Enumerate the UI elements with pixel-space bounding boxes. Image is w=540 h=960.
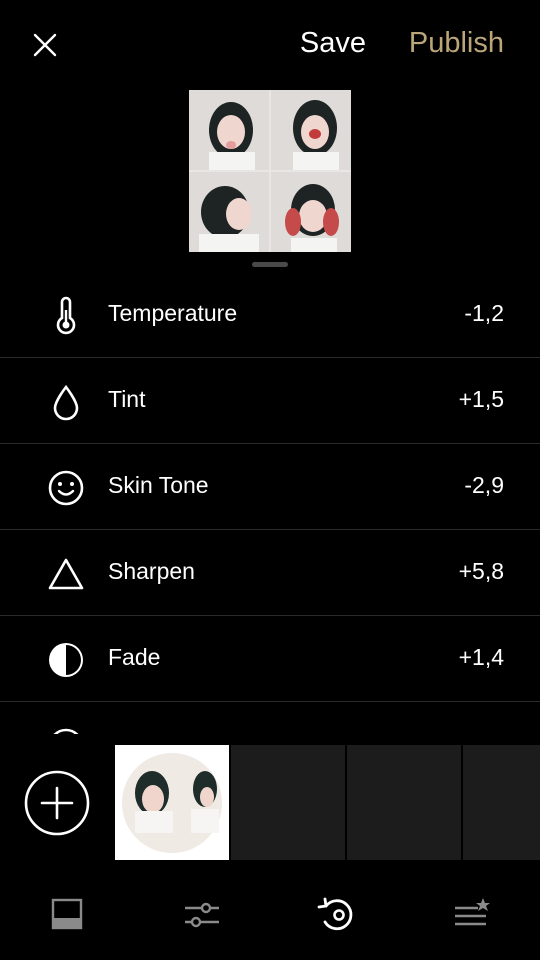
selected-thumbnail[interactable] [115, 745, 229, 860]
adjustment-value: -2,9 [464, 472, 504, 498]
grain-icon [46, 726, 86, 734]
adjustment-label: Fade [108, 644, 161, 670]
sliders-icon[interactable] [172, 886, 232, 946]
publish-button[interactable]: Publish [409, 27, 504, 60]
empty-thumbnail[interactable] [231, 745, 345, 860]
top-bar: Save Publish [0, 0, 540, 90]
thermometer-icon [46, 296, 86, 336]
collage-cell [189, 172, 269, 252]
history-icon[interactable] [308, 886, 368, 946]
adjustment-row-skin-tone[interactable]: Skin Tone -2,9 [0, 444, 540, 530]
collage-cell [271, 172, 351, 252]
adjustment-row-sharpen[interactable]: Sharpen +5,8 [0, 530, 540, 616]
adjustment-value: +1,4 [458, 644, 504, 670]
empty-thumbnail[interactable] [463, 745, 540, 860]
adjustment-label: Sharpen [108, 558, 195, 584]
adjustment-value: +1,5 [458, 386, 504, 412]
collage-cell [271, 90, 351, 170]
close-icon[interactable] [28, 28, 62, 62]
preset-icon[interactable] [37, 886, 97, 946]
adjustment-value: +5,8 [458, 558, 504, 584]
bottom-toolbar [0, 870, 540, 960]
recipes-icon[interactable] [440, 886, 500, 946]
adjustment-label: Skin Tone [108, 472, 209, 498]
adjustment-list[interactable]: Temperature -1,2 Tint +1,5 Skin Tone -2,… [0, 272, 540, 734]
smiley-icon [46, 468, 86, 508]
drop-icon [46, 382, 86, 422]
photo-preview[interactable] [189, 90, 351, 252]
drag-handle[interactable] [252, 262, 288, 267]
adjustment-row-fade[interactable]: Fade +1,4 [0, 616, 540, 702]
adjustment-value: -1,2 [464, 300, 504, 326]
image-strip [0, 745, 540, 860]
half-circle-icon [46, 640, 86, 680]
collage-cell [189, 90, 269, 170]
empty-thumbnail[interactable] [347, 745, 461, 860]
adjustment-row-tint[interactable]: Tint +1,5 [0, 358, 540, 444]
plus-circle-icon[interactable] [24, 770, 90, 836]
adjustment-label: Tint [108, 386, 146, 412]
triangle-icon [46, 554, 86, 594]
save-button[interactable]: Save [300, 27, 366, 60]
adjustment-row-temperature[interactable]: Temperature -1,2 [0, 272, 540, 358]
adjustment-label: Temperature [108, 300, 238, 326]
adjustment-row-partial[interactable] [0, 702, 540, 734]
